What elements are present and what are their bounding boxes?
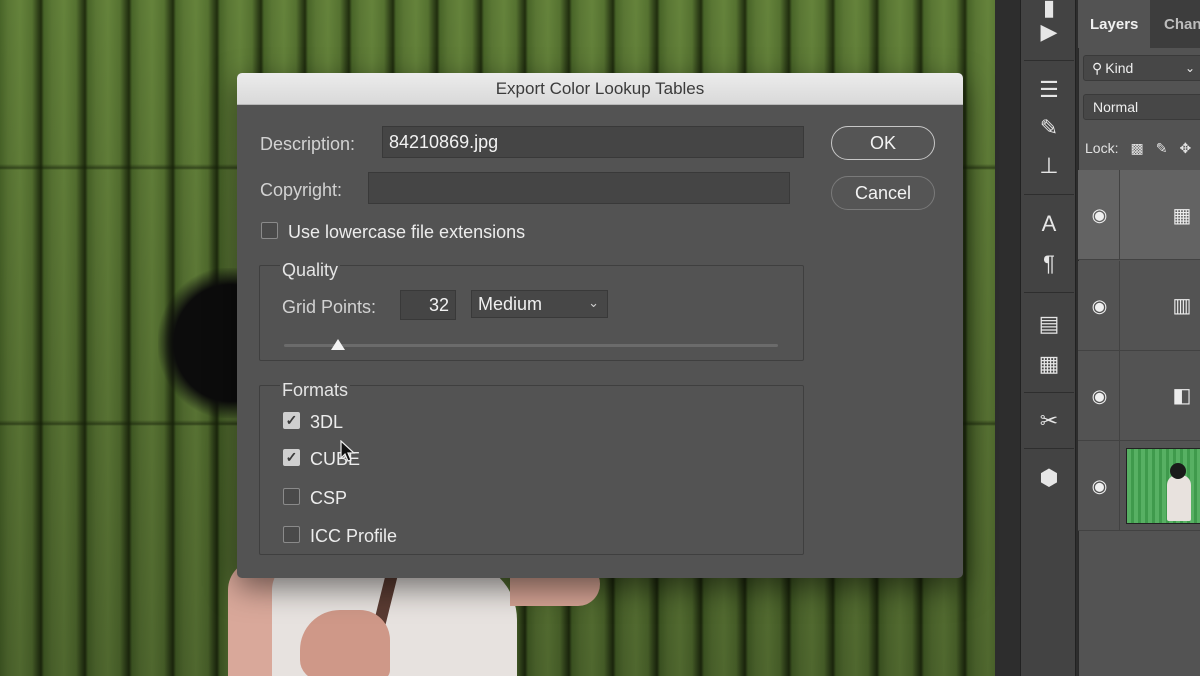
description-label: Description: bbox=[260, 134, 356, 154]
formats-title: Formats bbox=[280, 380, 351, 401]
format-csp-label: CSP bbox=[310, 488, 348, 508]
quality-preset-select[interactable]: Medium ⌄ bbox=[471, 290, 608, 318]
properties-icon[interactable]: ▤ bbox=[1030, 308, 1068, 340]
grid-points-label: Grid Points: bbox=[282, 297, 377, 317]
cancel-button[interactable]: Cancel bbox=[831, 176, 935, 210]
brush-presets-icon[interactable]: ✎ bbox=[1030, 112, 1068, 144]
paragraph-icon[interactable]: ¶ bbox=[1030, 248, 1068, 280]
blend-mode-select[interactable]: Normal bbox=[1083, 94, 1200, 120]
3d-icon[interactable]: ⬢ bbox=[1030, 462, 1068, 494]
format-csp-checkbox[interactable] bbox=[283, 488, 300, 505]
slider-thumb[interactable] bbox=[331, 339, 346, 350]
dialog-title: Export Color Lookup Tables bbox=[237, 73, 963, 105]
eye-icon[interactable]: ◉ bbox=[1080, 170, 1120, 260]
clone-source-icon[interactable]: ⊥ bbox=[1030, 150, 1068, 182]
format-3dl-label: 3DL bbox=[310, 412, 344, 432]
grid-points-slider[interactable] bbox=[284, 344, 778, 347]
color-lookup-icon: ▦ bbox=[1172, 204, 1192, 227]
eye-icon[interactable]: ◉ bbox=[1080, 441, 1120, 531]
black-white-icon: ◧ bbox=[1172, 384, 1192, 407]
chevron-down-icon: ⌄ bbox=[1184, 61, 1195, 75]
tab-layers[interactable]: Layers bbox=[1078, 0, 1151, 48]
photo-hand bbox=[300, 610, 390, 676]
mouse-cursor-icon bbox=[340, 440, 356, 462]
tools-icon[interactable]: ✂ bbox=[1030, 405, 1068, 437]
copyright-label: Copyright: bbox=[260, 180, 343, 200]
chevron-down-icon: ⌄ bbox=[588, 295, 599, 310]
description-input[interactable]: 84210869.jpg bbox=[382, 126, 804, 158]
ok-button[interactable]: OK bbox=[831, 126, 935, 160]
gradient-map-icon: ▥ bbox=[1172, 294, 1192, 317]
copyright-input[interactable] bbox=[368, 172, 790, 204]
lowercase-checkbox[interactable] bbox=[261, 222, 278, 239]
search-icon: ⚲ bbox=[1092, 59, 1103, 76]
notes-icon[interactable]: ▦ bbox=[1030, 348, 1068, 380]
layer-filter-kind[interactable]: ⚲ Kind ⌄ bbox=[1083, 55, 1200, 81]
format-cube-checkbox[interactable]: ✓ bbox=[283, 449, 300, 466]
photo-layer-thumbnail bbox=[1126, 448, 1200, 524]
lock-position-icon[interactable]: ✥ bbox=[1179, 140, 1191, 157]
format-icc-checkbox[interactable] bbox=[283, 526, 300, 543]
kind-label: Kind bbox=[1105, 60, 1134, 76]
lock-label: Lock: bbox=[1085, 140, 1119, 156]
lock-row: Lock: ▩ ✎ ✥ bbox=[1085, 136, 1191, 160]
tab-channels[interactable]: Chan bbox=[1152, 0, 1200, 48]
quality-preset-value: Medium bbox=[478, 293, 543, 314]
character-icon[interactable]: A bbox=[1030, 208, 1068, 240]
eye-icon[interactable]: ◉ bbox=[1080, 351, 1120, 441]
play-icon[interactable]: ▶ bbox=[1030, 16, 1068, 48]
lowercase-label: Use lowercase file extensions bbox=[288, 222, 526, 242]
format-icc-label: ICC Profile bbox=[310, 526, 398, 546]
eye-icon[interactable]: ◉ bbox=[1080, 261, 1120, 351]
lock-transparency-icon[interactable]: ▩ bbox=[1130, 140, 1143, 157]
panel-tabs: Layers Chan bbox=[1078, 0, 1200, 48]
grid-points-input[interactable]: 32 bbox=[400, 290, 456, 320]
format-3dl-checkbox[interactable]: ✓ bbox=[283, 412, 300, 429]
lock-paint-icon[interactable]: ✎ bbox=[1156, 140, 1168, 157]
quality-title: Quality bbox=[280, 260, 341, 281]
adjustments-icon[interactable]: ☰ bbox=[1030, 74, 1068, 106]
export-clut-dialog: Export Color Lookup Tables Description: … bbox=[237, 73, 963, 578]
